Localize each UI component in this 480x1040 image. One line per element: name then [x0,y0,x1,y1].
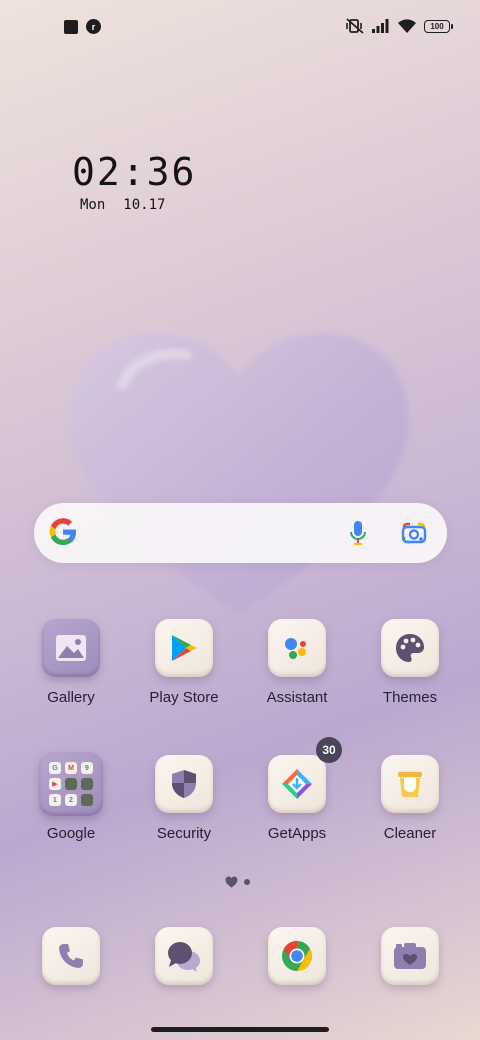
google-g-icon[interactable] [48,517,78,547]
silent-vibrate-icon [346,18,364,34]
app-folder-google[interactable]: G M 9 ▶ 1 2 Google [15,752,127,865]
battery-icon: 100 [424,19,453,33]
battery-level: 100 [430,21,444,31]
page-dot [244,879,250,885]
app-play-store[interactable]: Play Store [128,619,240,729]
camera-icon[interactable] [381,927,439,985]
app-label: Security [156,825,212,842]
clock-day: Mon [80,197,106,213]
folder-app-icon: 1 [49,794,61,806]
square-app-icon [64,19,78,34]
messages-icon[interactable] [155,927,213,985]
folder-app-icon [81,778,93,790]
shield-icon[interactable] [155,755,213,813]
app-cleaner[interactable]: Cleaner [354,755,466,865]
clock-time[interactable]: 02:36 [72,150,196,194]
app-security[interactable]: Security [128,755,240,865]
app-getapps[interactable]: 30 GetApps [241,737,353,865]
app-label: Play Store [149,689,219,706]
page-indicator[interactable] [225,876,250,888]
app-label: Gallery [47,689,95,706]
heart-page-indicator-icon [225,876,238,888]
folder-app-icon [81,794,93,806]
folder-app-icon: 2 [65,794,77,806]
app-assistant[interactable]: Assistant [241,619,353,729]
palette-icon[interactable] [381,619,439,677]
lens-icon[interactable] [401,521,427,545]
play-store-icon[interactable] [155,619,213,677]
status-bar: r 100 [0,0,480,56]
wifi-icon [398,18,416,33]
folder-app-maps-icon: 9 [81,762,93,774]
google-search-bar[interactable] [34,503,447,563]
notification-app-icon: r [86,19,101,34]
dock-messages[interactable] [128,927,240,1037]
gesture-home-bar[interactable] [151,1027,329,1032]
app-label: GetApps [267,825,327,842]
folder-app-youtube-icon: ▶ [49,778,61,790]
clock-date[interactable]: Mon 10.17 [80,197,165,213]
folder-icon[interactable]: G M 9 ▶ 1 2 [39,752,103,816]
assistant-icon[interactable] [268,619,326,677]
phone-icon[interactable] [42,927,100,985]
gallery-icon[interactable] [42,619,100,677]
folder-app-icon [65,778,77,790]
app-label: Assistant [266,689,328,706]
app-themes[interactable]: Themes [354,619,466,729]
signal-icon [372,19,389,33]
getapps-icon[interactable]: 30 [268,737,342,813]
mic-icon[interactable] [349,520,367,546]
app-label: Google [46,825,96,842]
app-label: Cleaner [383,825,437,842]
folder-app-gmail-icon: M [65,762,77,774]
chrome-icon[interactable] [268,927,326,985]
notification-badge: 30 [316,737,342,763]
dock-phone[interactable] [15,927,127,1037]
heart-wallpaper-image [62,325,417,620]
app-gallery[interactable]: Gallery [15,619,127,729]
clock-date-value: 10.17 [123,197,166,213]
dock-camera[interactable] [354,927,466,1037]
folder-app-google-icon: G [49,762,61,774]
dock-chrome[interactable] [241,927,353,1037]
trash-icon[interactable] [381,755,439,813]
app-label: Themes [382,689,438,706]
